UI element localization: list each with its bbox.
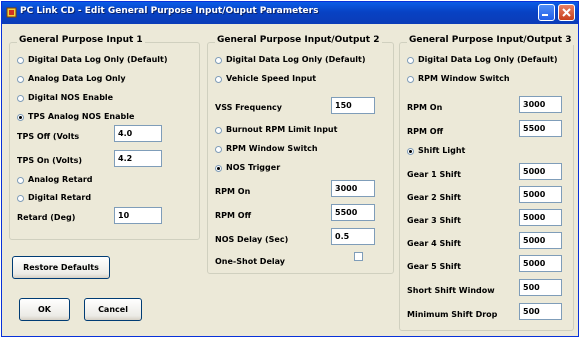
radio-button[interactable] [17, 195, 24, 202]
rpm-on-input[interactable] [331, 180, 375, 197]
minimum-shift-drop-input[interactable] [519, 303, 562, 320]
radio-button[interactable] [407, 57, 414, 64]
nos-delay-input[interactable] [331, 228, 375, 245]
radio-button[interactable] [17, 95, 24, 102]
radio-button[interactable] [215, 127, 222, 134]
title-bar[interactable]: PC Link CD - Edit General Purpose Input/… [2, 2, 578, 24]
gear-3-shift-input[interactable] [519, 209, 562, 226]
radio-button-selected[interactable] [17, 114, 24, 121]
close-button[interactable] [558, 4, 575, 21]
vss-frequency-input[interactable] [331, 97, 375, 114]
ok-button[interactable]: OK [19, 298, 70, 321]
gear-5-shift-input[interactable] [519, 255, 562, 272]
minimum-shift-drop-label: Minimum Shift Drop [407, 310, 498, 319]
group-general-purpose-input-1: General Purpose Input 1 Digital Data Log… [9, 35, 200, 240]
one-shot-delay-label: One-Shot Delay [215, 257, 285, 266]
restore-defaults-button[interactable]: Restore Defaults [12, 256, 110, 279]
tps-on-input[interactable] [114, 150, 162, 167]
close-icon [562, 8, 571, 17]
rpm-off-input[interactable] [331, 204, 375, 221]
gear-1-shift-input[interactable] [519, 163, 562, 180]
radio-button[interactable] [17, 76, 24, 83]
radio-button[interactable] [407, 76, 414, 83]
short-shift-window-label: Short Shift Window [407, 286, 495, 295]
group1-title: General Purpose Input 1 [17, 35, 145, 45]
gear-2-shift-label: Gear 2 Shift [407, 193, 461, 202]
gear-3-shift-label: Gear 3 Shift [407, 216, 461, 225]
rpm-on-label: RPM On [407, 103, 443, 112]
group-general-purpose-io-3: General Purpose Input/Output 3 Digital D… [399, 35, 574, 331]
radio-button[interactable] [215, 76, 222, 83]
rpm-on-input[interactable] [519, 96, 562, 113]
tps-off-label: TPS Off (Volts [17, 132, 80, 141]
rpm-off-label: RPM Off [215, 211, 252, 220]
group3-title: General Purpose Input/Output 3 [407, 35, 574, 45]
gear-4-shift-label: Gear 4 Shift [407, 239, 461, 248]
short-shift-window-input[interactable] [519, 279, 562, 296]
group-general-purpose-io-2: General Purpose Input/Output 2 Digital D… [207, 35, 394, 274]
window-title: PC Link CD - Edit General Purpose Input/… [20, 6, 319, 16]
rpm-on-label: RPM On [215, 187, 251, 196]
nos-delay-label: NOS Delay (Sec) [215, 235, 289, 244]
one-shot-delay-checkbox[interactable] [354, 252, 363, 261]
retard-input[interactable] [114, 207, 162, 224]
minimize-button[interactable] [538, 4, 555, 21]
minimize-icon [542, 14, 548, 16]
radio-button[interactable] [17, 177, 24, 184]
tps-on-label: TPS On (Volts) [17, 156, 83, 165]
gear-4-shift-input[interactable] [519, 232, 562, 249]
gear-2-shift-input[interactable] [519, 186, 562, 203]
cancel-button[interactable]: Cancel [84, 298, 142, 321]
radio-button[interactable] [215, 57, 222, 64]
app-icon [6, 7, 17, 18]
gear-1-shift-label: Gear 1 Shift [407, 170, 461, 179]
tps-off-input[interactable] [114, 125, 162, 142]
vss-frequency-label: VSS Frequency [215, 103, 282, 112]
radio-button[interactable] [215, 146, 222, 153]
radio-button-selected[interactable] [215, 165, 222, 172]
gear-5-shift-label: Gear 5 Shift [407, 262, 461, 271]
rpm-off-label: RPM Off [407, 127, 444, 136]
radio-button-selected[interactable] [407, 148, 414, 155]
rpm-off-input[interactable] [519, 120, 562, 137]
dialog-window: PC Link CD - Edit General Purpose Input/… [1, 1, 579, 337]
retard-label: Retard (Deg) [17, 213, 76, 222]
radio-button[interactable] [17, 57, 24, 64]
group2-title: General Purpose Input/Output 2 [215, 35, 382, 45]
